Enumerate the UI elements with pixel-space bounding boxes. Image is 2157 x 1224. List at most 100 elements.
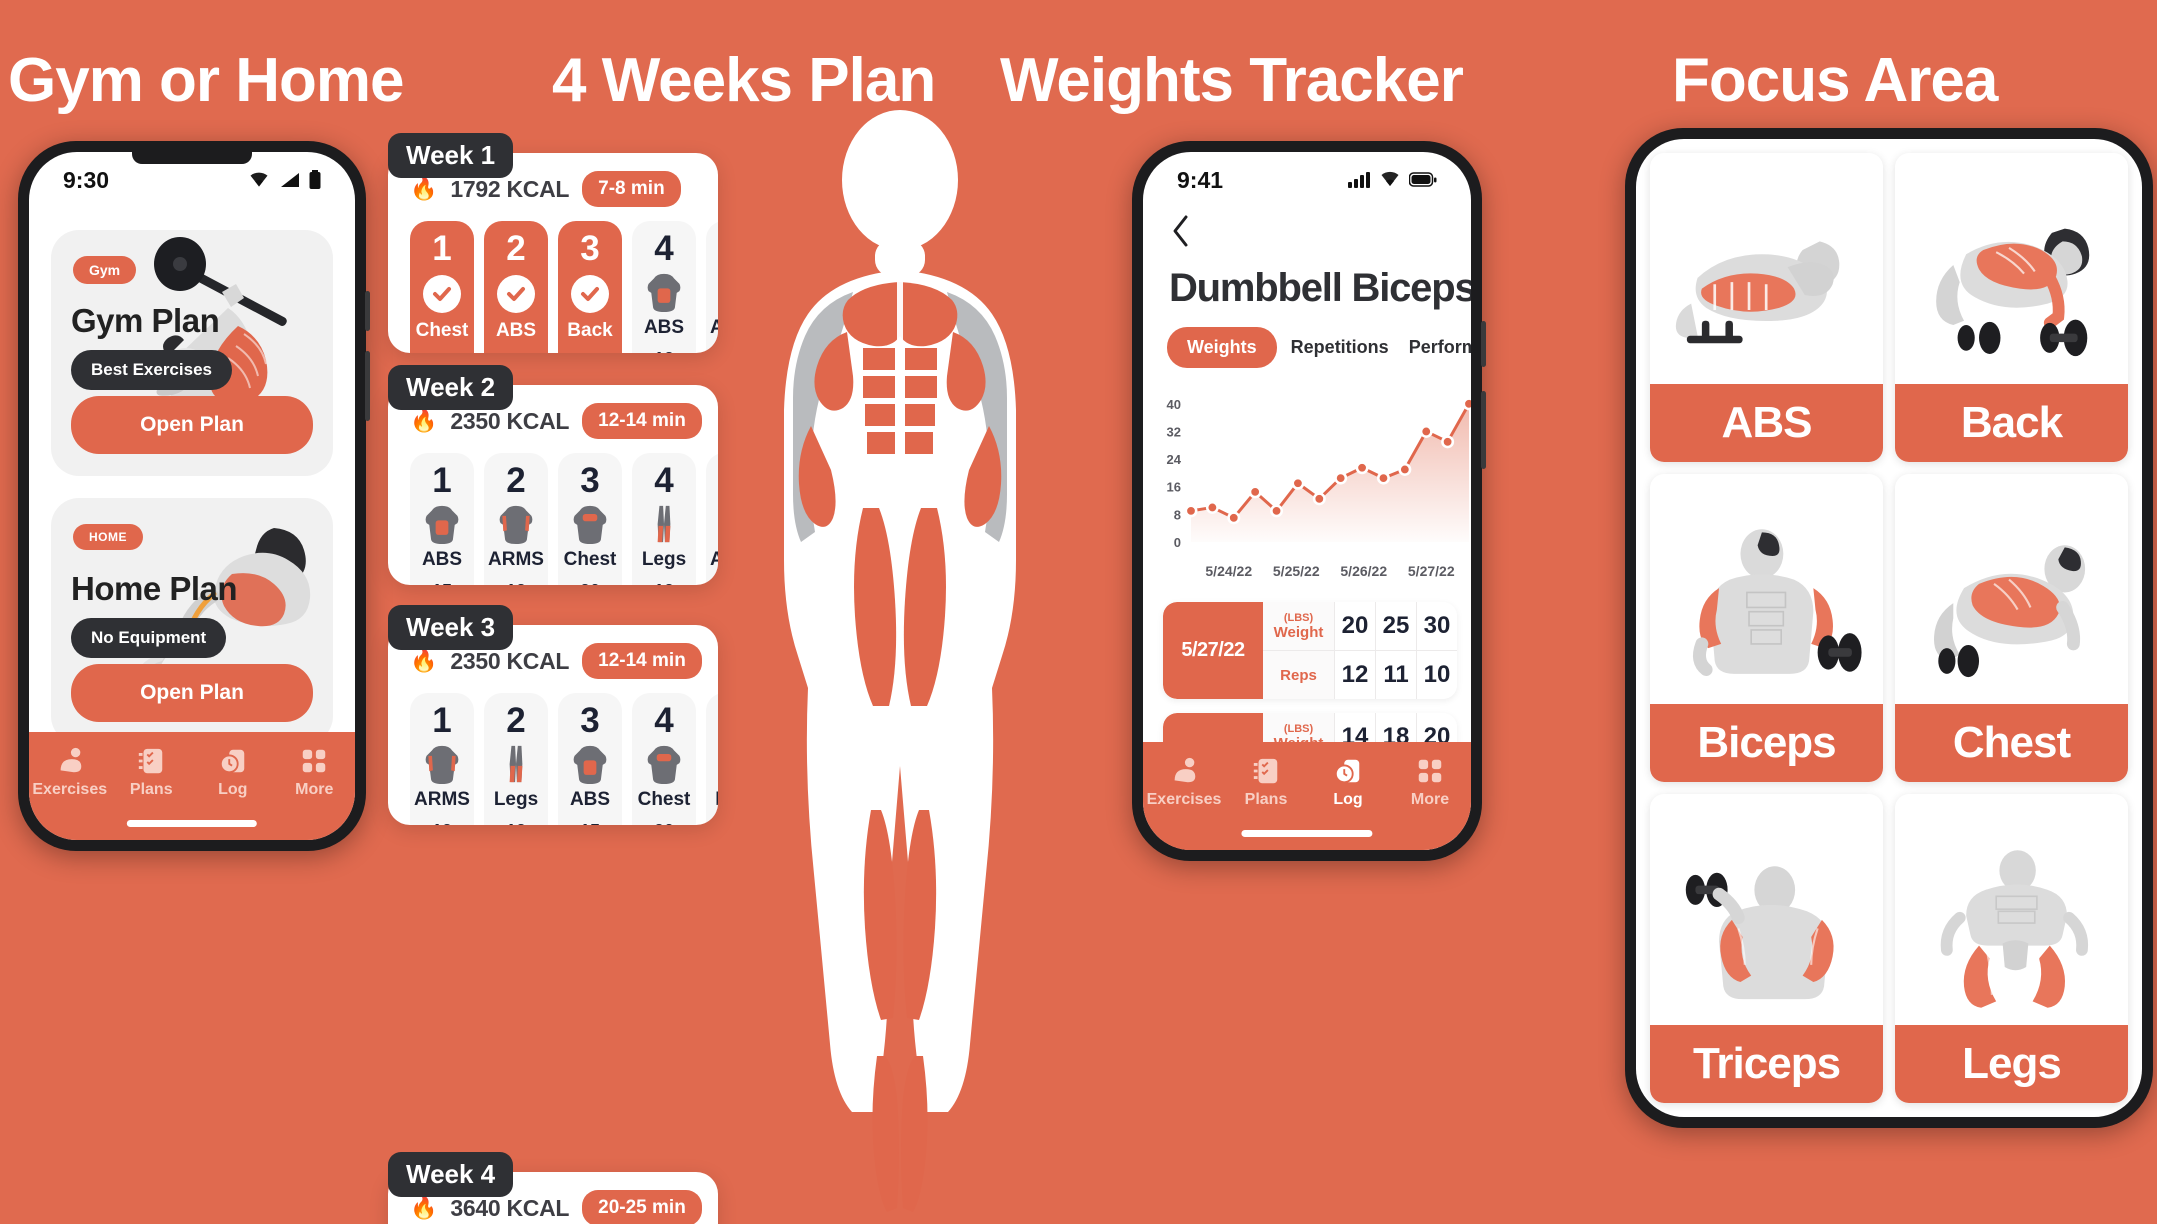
weight-unit: (LBS) <box>1283 722 1314 735</box>
day-count: 12 <box>706 349 718 353</box>
weights-line-chart[interactable]: 0 8 16 24 32 40 5/24/22 5/25/22 5/26/22 5/27/… <box>1143 380 1471 588</box>
nav-item-more[interactable]: More <box>274 746 356 799</box>
nav-label-log: Log <box>218 781 248 798</box>
headline-4-weeks-plan: 4 Weeks Plan <box>552 46 936 115</box>
open-plan-button-gym[interactable]: Open Plan <box>71 396 313 454</box>
day-name: Back <box>706 789 718 811</box>
stopwatch-icon <box>1334 759 1360 784</box>
week-card-2[interactable]: 🔥 2350 KCAL 12-14 min 1 ABS 15 Exercises… <box>388 385 718 585</box>
day-count: 15 <box>484 352 548 353</box>
focus-label-abs: ABS <box>1650 383 1883 462</box>
focus-cell-triceps[interactable]: Triceps <box>1650 794 1883 1103</box>
tab-repetitions[interactable]: Repetitions <box>1285 327 1395 368</box>
day-card[interactable]: 2 ARMS 12 Exercises <box>484 453 548 585</box>
x-tick: 5/27/22 <box>1407 563 1455 579</box>
back-button[interactable] <box>1143 204 1471 254</box>
nav-item-exercises[interactable]: Exercises <box>1143 756 1225 809</box>
weight-value: 25 <box>1376 602 1417 650</box>
day-number: 2 <box>506 701 526 740</box>
day-number: 4 <box>654 701 674 740</box>
day-card[interactable]: 3 ABS 15 Exercises <box>558 693 622 825</box>
day-card[interactable]: 1 ABS 15 Exercises <box>410 453 474 585</box>
nav-item-plans[interactable]: Plans <box>111 746 193 799</box>
day-card[interactable]: 1 Chest 12 Exercises <box>410 221 474 353</box>
abs-crunch-figure <box>1676 241 1840 344</box>
day-card[interactable]: 4 Chest 20 Exercises <box>632 693 696 825</box>
nav-label-exercises: Exercises <box>1146 791 1222 808</box>
day-card[interactable]: 2 ABS 15 Exercises <box>484 221 548 353</box>
plan-card-gym[interactable]: Gym Gym Plan Best Exercises Open Plan <box>51 230 333 476</box>
plan-chip-gym: Gym <box>73 256 137 284</box>
plan-card-home[interactable]: HOME Home Plan No Equipment Open Plan <box>51 498 333 744</box>
focus-cell-chest[interactable]: Chest <box>1895 473 2128 783</box>
focus-label-back: Back <box>1895 383 2128 462</box>
chest-fly-figure <box>1934 545 2086 678</box>
svg-text:0: 0 <box>1174 535 1181 550</box>
chart-canvas: 0 8 16 24 32 40 <box>1167 397 1471 550</box>
phone-mockup-plans: 9:30 Gym Gym Plan Best Exercises Open Pl… <box>18 141 370 851</box>
day-card[interactable]: 5 Back 10 Exercises <box>706 693 718 825</box>
reps-label: Reps <box>1280 666 1317 684</box>
table-row[interactable]: 5/27/22 (LBS) Weight 20 25 30 Reps 12 11… <box>1163 602 1457 699</box>
focus-cell-back[interactable]: Back <box>1895 153 2128 462</box>
day-name: Back <box>567 320 613 341</box>
day-number: 4 <box>654 461 674 500</box>
headline-gym-or-home: Gym or Home <box>8 46 405 115</box>
arms-body-icon <box>499 505 533 544</box>
abs-body-icon <box>425 505 459 544</box>
day-card[interactable]: 1 ARMS 12 Exercises <box>410 693 474 825</box>
day-card[interactable]: 3 Back 10 Exercises <box>558 221 622 353</box>
plan-chip-home: HOME <box>73 524 143 550</box>
phone1-bottom-nav: Exercises Plans Log More <box>29 732 355 840</box>
nav-label-plans: Plans <box>129 781 173 798</box>
battery-icon <box>1409 172 1437 187</box>
day-name: Legs <box>493 789 539 810</box>
day-count: 20 <box>632 821 696 825</box>
plan-subtitle-home: No Equipment <box>71 618 227 658</box>
phone1-screen: 9:30 Gym Gym Plan Best Exercises Open Pl… <box>29 152 355 840</box>
day-number: 1 <box>432 701 452 740</box>
nav-item-plans[interactable]: Plans <box>1225 756 1307 809</box>
nav-label-more: More <box>1410 791 1450 808</box>
week-card-3[interactable]: 🔥 2350 KCAL 12-14 min 1 ARMS 12 Exercise… <box>388 625 718 825</box>
tab-weights[interactable]: Weights <box>1167 327 1277 368</box>
nav-item-more[interactable]: More <box>1389 756 1471 809</box>
day-number: 2 <box>506 461 526 500</box>
week-card-1[interactable]: 🔥 1792 KCAL 7-8 min 1 Chest 12 Exercises… <box>388 153 718 353</box>
day-card[interactable]: 5 ARMS 12 Exercises <box>706 453 718 585</box>
abs-body-icon <box>573 745 607 784</box>
focus-cell-abs[interactable]: ABS <box>1650 153 1883 462</box>
nav-item-exercises[interactable]: Exercises <box>29 746 111 799</box>
focus-cell-legs[interactable]: Legs <box>1895 794 2128 1103</box>
day-number: 1 <box>432 461 452 500</box>
day-name: ARMS <box>414 789 470 810</box>
x-tick: 5/25/22 <box>1272 563 1320 579</box>
svg-text:32: 32 <box>1167 424 1181 439</box>
legs-squat-figure <box>1941 849 2089 1008</box>
day-card[interactable]: 4 ABS 12 Exercises <box>632 221 696 353</box>
wifi-icon <box>250 172 268 187</box>
day-card[interactable]: 5 ARMS 12 Exercises <box>706 221 718 353</box>
day-count: 12 <box>632 349 696 353</box>
phone-mockup-focus-area: ABS Back Biceps Chest Triceps Legs <box>1625 128 2153 1128</box>
day-card[interactable]: 4 Legs 12 Exercises <box>632 453 696 585</box>
phone1-notch <box>132 152 252 164</box>
battery-icon <box>309 170 321 189</box>
nav-item-log[interactable]: Log <box>192 746 274 799</box>
wifi-icon <box>1381 171 1399 186</box>
focus-cell-biceps[interactable]: Biceps <box>1650 473 1883 783</box>
day-number: 5 <box>706 703 718 738</box>
nav-item-log[interactable]: Log <box>1307 756 1389 809</box>
open-plan-button-home[interactable]: Open Plan <box>71 664 313 722</box>
tab-performance[interactable]: Performance <box>1403 327 1471 368</box>
focus-label-legs: Legs <box>1895 1024 2128 1103</box>
weight-label: Weight <box>1273 623 1324 641</box>
flame-icon: 🔥 <box>410 176 438 201</box>
day-card[interactable]: 2 Legs 12 Exercises <box>484 693 548 825</box>
nav-label-exercises: Exercises <box>32 781 108 798</box>
chevron-left-icon <box>1173 215 1188 247</box>
day-card[interactable]: 3 Chest 20 Exercises <box>558 453 622 585</box>
weight-header: (LBS) Weight <box>1263 602 1335 650</box>
phone4-screen: ABS Back Biceps Chest Triceps Legs <box>1636 139 2142 1117</box>
check-icon <box>497 275 535 313</box>
